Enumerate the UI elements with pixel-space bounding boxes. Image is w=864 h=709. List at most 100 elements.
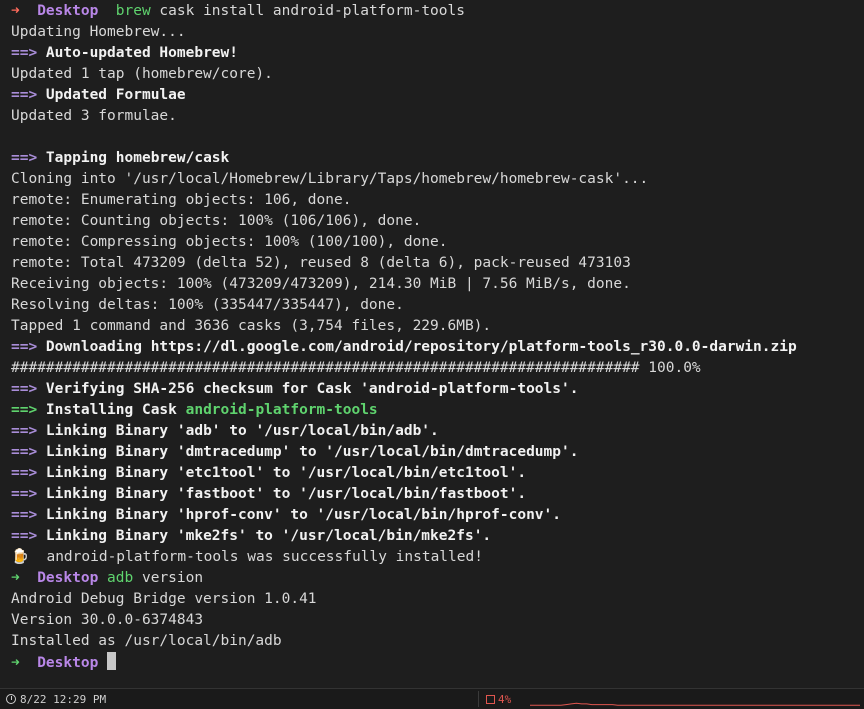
- datetime-text: 8/22 12:29 PM: [20, 693, 107, 706]
- terminal-text-segment: Updated Formulae: [37, 87, 186, 103]
- terminal-text-segment: Auto-updated Homebrew!: [37, 45, 238, 61]
- terminal-text-segment: Linking Binary 'fastboot' to '/usr/local…: [37, 486, 527, 502]
- terminal-text-segment: Tapping homebrew/cask: [37, 150, 230, 166]
- terminal-text-segment: ➜: [11, 570, 38, 586]
- status-divider: [478, 691, 479, 707]
- terminal-text-segment: android-platform-tools was successfully …: [29, 549, 483, 565]
- status-bar: 8/22 12:29 PM 4%: [0, 688, 864, 709]
- terminal-line: ########################################…: [11, 358, 864, 379]
- terminal-line: remote: Compressing objects: 100% (100/1…: [11, 232, 864, 253]
- terminal-line: remote: Enumerating objects: 106, done.: [11, 190, 864, 211]
- terminal-text-segment: Verifying SHA-256 checksum for Cask 'and…: [37, 381, 579, 397]
- terminal-line: Cloning into '/usr/local/Homebrew/Librar…: [11, 169, 864, 190]
- beer-icon: 🍺: [11, 549, 30, 565]
- cpu-segment: 4%: [486, 692, 511, 708]
- terminal-line: Android Debug Bridge version 1.0.41: [11, 589, 864, 610]
- terminal-text-segment: Desktop: [37, 570, 99, 586]
- terminal-text-segment: cask install android-platform-tools: [150, 3, 465, 19]
- terminal-line: Updated 3 formulae.: [11, 106, 864, 127]
- terminal-text-segment: remote: Enumerating objects: 106, done.: [11, 192, 352, 208]
- datetime-segment: 8/22 12:29 PM: [6, 692, 106, 708]
- terminal-line: ==> Installing Cask android-platform-too…: [11, 400, 864, 421]
- terminal-line: ==> Linking Binary 'fastboot' to '/usr/l…: [11, 484, 864, 505]
- terminal-text-segment: Linking Binary 'adb' to '/usr/local/bin/…: [37, 423, 439, 439]
- terminal-text-segment: Cloning into '/usr/local/Homebrew/Librar…: [11, 171, 649, 187]
- terminal-text-segment: version: [133, 570, 204, 586]
- terminal-line: remote: Total 473209 (delta 52), reused …: [11, 253, 864, 274]
- terminal-line: ==> Linking Binary 'dmtracedump' to '/us…: [11, 442, 864, 463]
- terminal-text-segment: Linking Binary 'etc1tool' to '/usr/local…: [37, 465, 527, 481]
- terminal-line: Resolving deltas: 100% (335447/335447), …: [11, 295, 864, 316]
- terminal-text-segment: ➜: [11, 3, 38, 19]
- terminal-text-segment: Installed as /usr/local/bin/adb: [11, 633, 282, 649]
- cpu-icon: [486, 695, 495, 704]
- terminal-line: ==> Linking Binary 'mke2fs' to '/usr/loc…: [11, 526, 864, 547]
- terminal-line: Receiving objects: 100% (473209/473209),…: [11, 274, 864, 295]
- terminal-text-segment: remote: Counting objects: 100% (106/106)…: [11, 213, 422, 229]
- terminal-text-segment: remote: Compressing objects: 100% (100/1…: [11, 234, 448, 250]
- terminal-text-segment: ==>: [11, 402, 38, 418]
- terminal-line: remote: Counting objects: 100% (106/106)…: [11, 211, 864, 232]
- clock-icon: [6, 694, 16, 704]
- terminal-text-segment: Tapped 1 command and 3636 casks (3,754 f…: [11, 318, 492, 334]
- terminal-output: ➜ Desktop brew cask install android-plat…: [11, 1, 864, 673]
- terminal-text-segment: ➜: [11, 655, 38, 671]
- terminal-text-segment: Android Debug Bridge version 1.0.41: [11, 591, 317, 607]
- cpu-percent: 4%: [498, 693, 512, 706]
- terminal-line: Installed as /usr/local/bin/adb: [11, 631, 864, 652]
- terminal-text-segment: android-platform-tools: [185, 402, 378, 418]
- terminal-line: ==> Linking Binary 'adb' to '/usr/local/…: [11, 421, 864, 442]
- terminal-text-segment: remote: Total 473209 (delta 52), reused …: [11, 255, 631, 271]
- terminal-text-segment: ==>: [11, 45, 38, 61]
- terminal-line: ==> Tapping homebrew/cask: [11, 148, 864, 169]
- terminal-text-segment: Updating Homebrew...: [11, 24, 186, 40]
- cpu-sparkline: [530, 702, 860, 706]
- terminal-line: Updating Homebrew...: [11, 22, 864, 43]
- terminal-line: ==> Linking Binary 'hprof-conv' to '/usr…: [11, 505, 864, 526]
- text-cursor: [107, 652, 117, 670]
- cpu-sparkline-line: [530, 702, 860, 706]
- terminal-text-segment: ==>: [11, 528, 38, 544]
- terminal-line: ==> Downloading https://dl.google.com/an…: [11, 337, 864, 358]
- terminal-text-segment: Linking Binary 'dmtracedump' to '/usr/lo…: [37, 444, 579, 460]
- terminal-text-segment: ########################################…: [11, 360, 701, 376]
- terminal-text-segment: Downloading https://dl.google.com/androi…: [37, 339, 797, 355]
- terminal-text-segment: ==>: [11, 87, 38, 103]
- terminal-line: ➜ Desktop: [11, 652, 864, 673]
- terminal-text-segment: Receiving objects: 100% (473209/473209),…: [11, 276, 631, 292]
- terminal-text-segment: Resolving deltas: 100% (335447/335447), …: [11, 297, 404, 313]
- terminal-text-segment: Linking Binary 'hprof-conv' to '/usr/loc…: [37, 507, 561, 523]
- terminal-text-segment: ==>: [11, 486, 38, 502]
- terminal-text-segment: Installing Cask: [37, 402, 186, 418]
- terminal-line: ==> Linking Binary 'etc1tool' to '/usr/l…: [11, 463, 864, 484]
- terminal-text-segment: Version 30.0.0-6374843: [11, 612, 204, 628]
- terminal-text-segment: Updated 3 formulae.: [11, 108, 177, 124]
- terminal-text-segment: ==>: [11, 339, 38, 355]
- terminal-text-segment: Desktop: [37, 3, 99, 19]
- terminal-line: ==> Updated Formulae: [11, 85, 864, 106]
- terminal-text-segment: ==>: [11, 381, 38, 397]
- terminal-text-segment: ==>: [11, 423, 38, 439]
- terminal-text-segment: brew: [115, 3, 151, 19]
- terminal-line: ➜ Desktop brew cask install android-plat…: [11, 1, 864, 22]
- terminal-text-segment: ==>: [11, 465, 38, 481]
- terminal-text-segment: Linking Binary 'mke2fs' to '/usr/local/b…: [37, 528, 492, 544]
- terminal-line: Version 30.0.0-6374843: [11, 610, 864, 631]
- terminal-text-segment: ==>: [11, 507, 38, 523]
- terminal-text-segment: ==>: [11, 444, 38, 460]
- terminal-window[interactable]: ➜ Desktop brew cask install android-plat…: [0, 0, 864, 688]
- terminal-line: 🍺 android-platform-tools was successfull…: [11, 547, 864, 568]
- terminal-line: ==> Auto-updated Homebrew!: [11, 43, 864, 64]
- terminal-line: ==> Verifying SHA-256 checksum for Cask …: [11, 379, 864, 400]
- terminal-text-segment: Updated 1 tap (homebrew/core).: [11, 66, 273, 82]
- terminal-text-segment: ==>: [11, 150, 38, 166]
- terminal-line: Tapped 1 command and 3636 casks (3,754 f…: [11, 316, 864, 337]
- terminal-line: ➜ Desktop adb version: [11, 568, 864, 589]
- terminal-text-segment: Desktop: [37, 655, 99, 671]
- terminal-line: Updated 1 tap (homebrew/core).: [11, 64, 864, 85]
- terminal-text-segment: adb: [107, 570, 134, 586]
